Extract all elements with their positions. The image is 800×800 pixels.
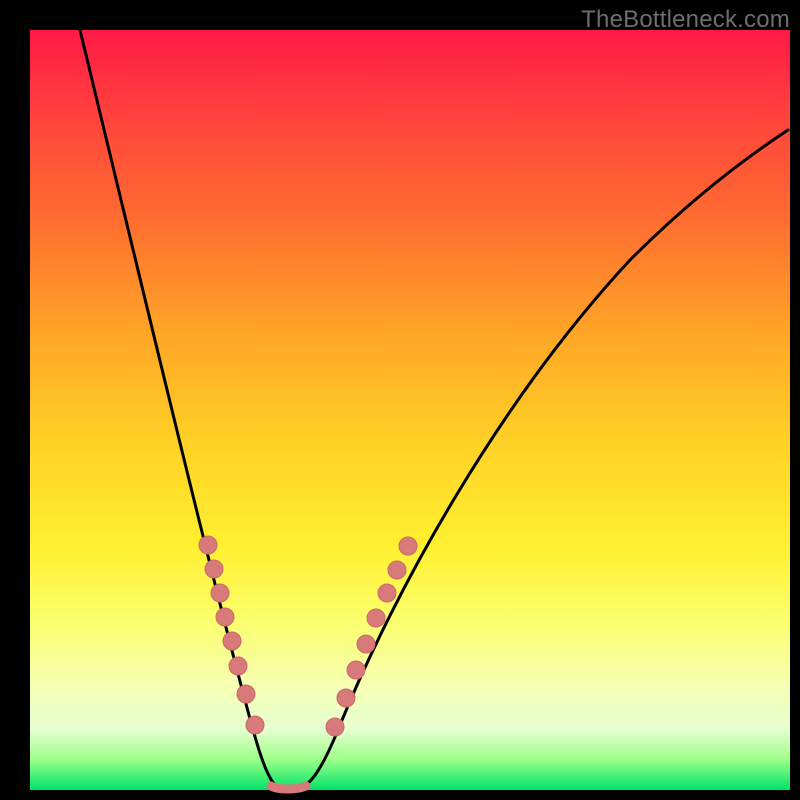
dots-right-dot [337, 689, 355, 707]
dots-right-dot [347, 661, 365, 679]
plot-area [30, 30, 790, 790]
dots-right-dot [378, 584, 396, 602]
dots-left-dot [199, 536, 217, 554]
dots-right-dot [399, 537, 417, 555]
dots-left-group [199, 536, 264, 734]
curve-right-branch [300, 130, 788, 788]
chart-frame: TheBottleneck.com [0, 0, 800, 800]
curve-group [80, 30, 788, 789]
dots-right-dot [326, 718, 344, 736]
dots-left-dot [211, 584, 229, 602]
dots-left-dot [246, 716, 264, 734]
dots-left-dot [237, 685, 255, 703]
curve-bottom-marker-path [271, 786, 306, 789]
dots-right-group [326, 537, 417, 736]
watermark-text: TheBottleneck.com [581, 6, 790, 34]
dots-right-dot [357, 635, 375, 653]
dots-left-dot [205, 560, 223, 578]
curve-svg [30, 30, 790, 790]
curve-left-branch [80, 30, 285, 788]
dots-right-dot [367, 609, 385, 627]
dots-right-dot [388, 561, 406, 579]
dots-left-dot [229, 657, 247, 675]
dots-left-dot [216, 608, 234, 626]
dots-left-dot [223, 632, 241, 650]
